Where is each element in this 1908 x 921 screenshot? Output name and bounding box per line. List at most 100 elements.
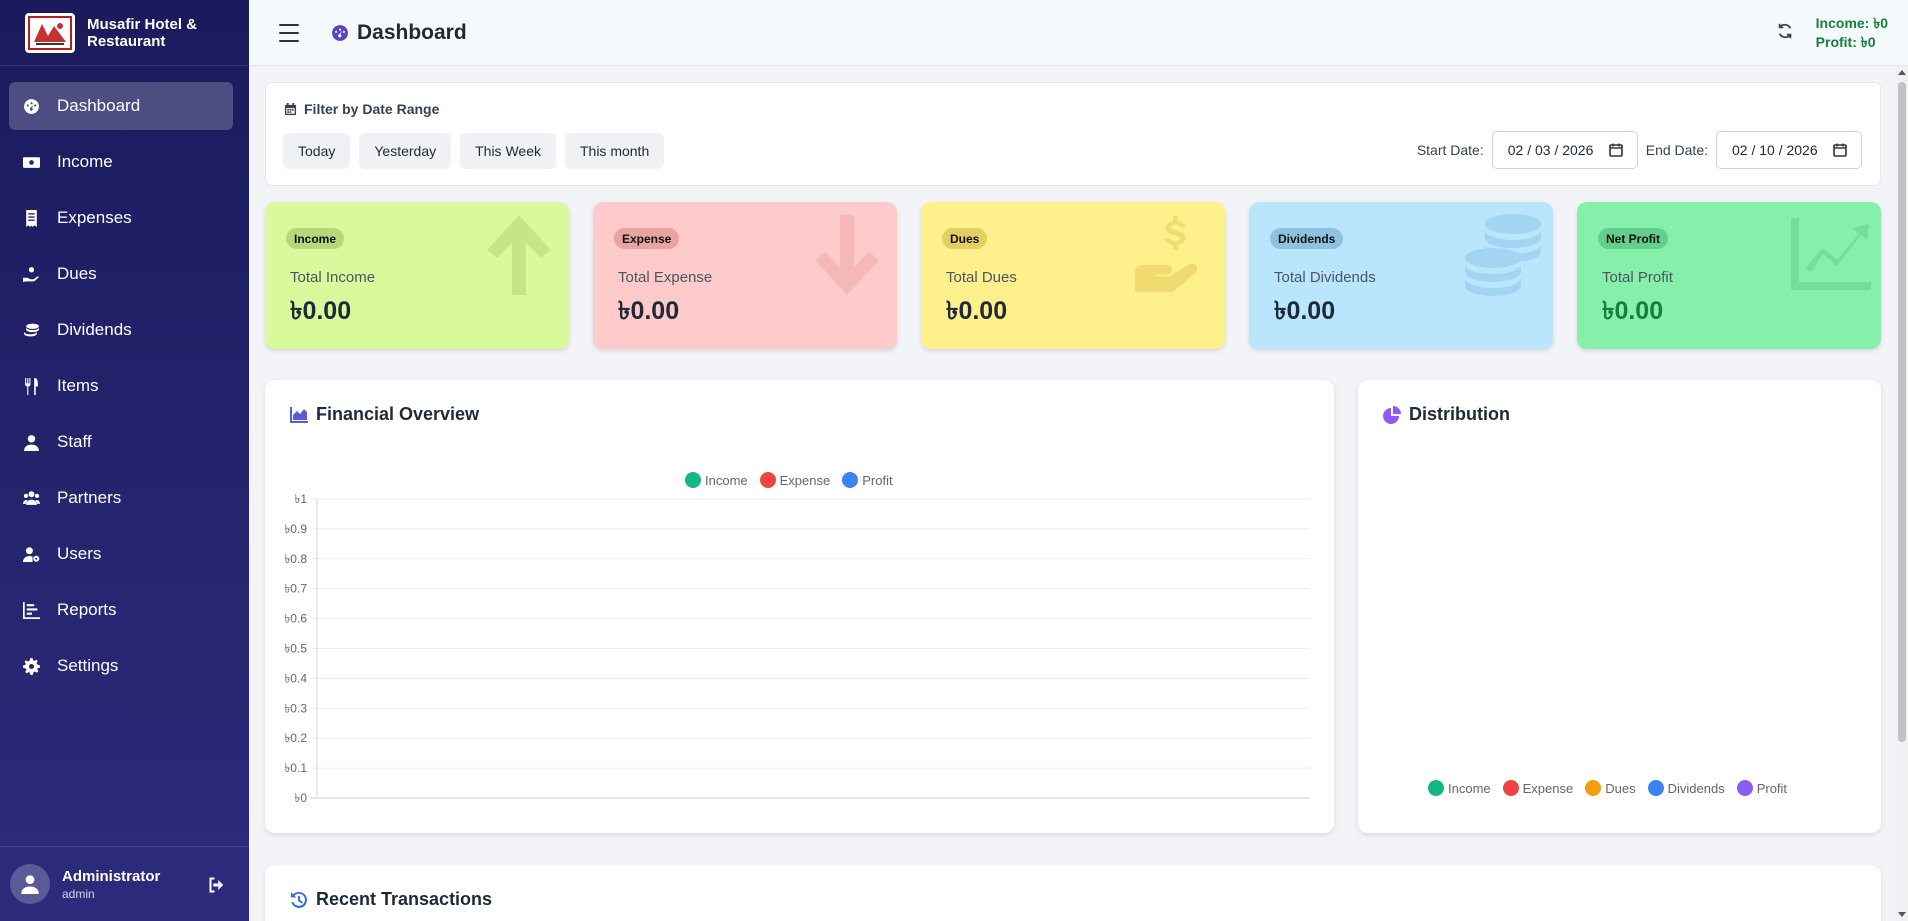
legend-label: Dividends: [1667, 780, 1725, 796]
brand-name: Musafir Hotel & Restaurant: [87, 15, 198, 50]
legend-label: Expense: [1522, 780, 1574, 796]
arrow-down-icon: [807, 210, 887, 300]
card-label: Total Profit: [1602, 269, 1673, 286]
date-range-inputs: Start Date: 02 / 03 / 2026 End Date: 02 …: [1409, 131, 1862, 169]
card-label: Total Income: [290, 269, 376, 286]
sidebar-item-partners[interactable]: Partners: [9, 474, 233, 522]
sidebar-item-dividends[interactable]: Dividends: [9, 306, 233, 354]
chart-legend: Income Expense Dues Dividends Profit: [1428, 780, 1799, 796]
user-role: admin: [62, 886, 95, 901]
money-icon: [21, 152, 41, 172]
legend-item[interactable]: Profit: [1736, 780, 1788, 796]
net-profit-card: Net Profit Total Profit ৳0.00: [1577, 202, 1881, 349]
legend-label: Profit: [1756, 780, 1788, 796]
sidebar-item-expenses[interactable]: Expenses: [9, 194, 233, 242]
sidebar-item-dashboard[interactable]: Dashboard: [9, 82, 233, 130]
distribution-title: Distribution: [1383, 404, 1510, 425]
scrollbar-thumb[interactable]: [1898, 82, 1906, 742]
menu-toggle-button[interactable]: [279, 23, 299, 42]
card-value: ৳0.00: [618, 297, 680, 325]
end-date-value: 02 / 10 / 2026: [1732, 142, 1818, 158]
sidebar-item-staff[interactable]: Staff: [9, 418, 233, 466]
y-tick-label: ৳0.2: [284, 731, 307, 745]
hamburger-icon-bar: [279, 23, 299, 26]
scroll-up-arrow[interactable]: [1898, 70, 1906, 75]
sidebar-item-label: Items: [57, 376, 99, 395]
filter-title: Filter by Date Range: [284, 101, 439, 117]
hand-coin-icon: [21, 264, 41, 284]
sidebar-item-settings[interactable]: Settings: [9, 642, 233, 690]
sidebar-item-label: Users: [57, 544, 102, 563]
calendar-icon[interactable]: [1833, 143, 1847, 157]
logout-icon: [209, 877, 224, 893]
sidebar-item-reports[interactable]: Reports: [9, 586, 233, 634]
this-week-button[interactable]: This Week: [460, 133, 556, 169]
legend-item[interactable]: Expense: [1502, 780, 1574, 796]
sidebar-item-dues[interactable]: Dues: [9, 250, 233, 298]
sidebar-item-label: Dividends: [57, 320, 132, 339]
sidebar-item-label: Staff: [57, 432, 92, 451]
sidebar-item-income[interactable]: Income: [9, 138, 233, 186]
legend-swatch: [1647, 780, 1664, 796]
this-month-button[interactable]: This month: [564, 133, 665, 169]
status-badge: Dividends: [1270, 228, 1344, 249]
main-content: Filter by Date Range Today Yesterday Thi…: [249, 66, 1908, 921]
calendar-icon: [284, 102, 297, 115]
gear-icon: [21, 656, 41, 676]
refresh-button[interactable]: [1776, 22, 1796, 42]
y-tick-label: ৳0.4: [284, 671, 307, 685]
card-label: Total Expense: [618, 269, 713, 286]
coins-icon: [1463, 210, 1543, 300]
summary-cards: Income Total Income ৳0.00 Expense Total …: [265, 202, 1905, 349]
y-tick-label: ৳0.9: [284, 522, 307, 536]
calendar-icon[interactable]: [1608, 143, 1623, 157]
card-value: ৳0.00: [290, 297, 352, 325]
dues-card: Dues Total Dues ৳0.00: [921, 202, 1225, 349]
status-badge: Expense: [614, 228, 680, 249]
y-tick-label: ৳0.7: [284, 582, 307, 596]
recent-transactions-card: Recent Transactions: [265, 865, 1881, 921]
sidebar-item-label: Partners: [57, 488, 122, 507]
main-scrollbar[interactable]: [1896, 66, 1908, 921]
brand[interactable]: Musafir Hotel & Restaurant: [0, 0, 249, 66]
sidebar-item-users[interactable]: Users: [9, 530, 233, 578]
sidebar-item-label: Settings: [57, 656, 119, 675]
user-avatar-icon: [21, 875, 39, 894]
y-tick-label: ৳0.5: [284, 642, 307, 656]
logout-button[interactable]: [207, 875, 227, 895]
dividends-card: Dividends Total Dividends ৳0.00: [1249, 202, 1553, 349]
start-date-input[interactable]: 02 / 03 / 2026: [1491, 131, 1638, 169]
avatar[interactable]: [10, 864, 50, 904]
legend-item[interactable]: Dues: [1585, 780, 1636, 796]
sidebar-item-label: Reports: [57, 600, 117, 619]
page-title: Dashboard: [357, 20, 467, 44]
user-gear-icon: [21, 544, 41, 564]
pie-chart-icon: [1383, 405, 1401, 424]
brand-logo: [25, 12, 75, 53]
scroll-down-arrow[interactable]: [1898, 912, 1906, 917]
legend-item[interactable]: Dividends: [1647, 780, 1725, 796]
sidebar-item-label: Dashboard: [57, 96, 141, 115]
header-income: Income: ৳0: [1815, 15, 1888, 31]
sidebar-nav: Dashboard Income Expenses Dues Dividends: [0, 66, 249, 690]
refresh-icon: [1778, 23, 1792, 39]
legend-swatch: [1502, 780, 1519, 796]
y-tick-label: ৳0.3: [284, 701, 307, 715]
y-tick-label: ৳1: [294, 492, 307, 506]
today-button[interactable]: Today: [283, 133, 351, 169]
legend-swatch: [1585, 780, 1602, 796]
legend-item[interactable]: Income: [1428, 780, 1491, 796]
expense-card: Expense Total Expense ৳0.00: [593, 202, 897, 349]
quick-range-buttons: Today Yesterday This Week This month: [283, 133, 673, 169]
financial-overview-chart: ৳0 ৳0.1 ৳0.2 ৳0.3 ৳0.4 ৳0.5 ৳0.6 ৳0.7 ৳0.8 ৳0.9 ৳1: [284, 492, 1310, 805]
end-date-input[interactable]: 02 / 10 / 2026: [1716, 131, 1862, 169]
income-card: Income Total Income ৳0.00: [265, 202, 569, 349]
yesterday-button[interactable]: Yesterday: [359, 133, 452, 169]
users-icon: [21, 488, 41, 508]
distribution-card: Distribution Income Expense Dues Dividends P…: [1358, 380, 1881, 833]
coins-icon: [21, 320, 41, 340]
sidebar-item-items[interactable]: Items: [9, 362, 233, 410]
card-label: Total Dividends: [1274, 269, 1376, 286]
hamburger-icon-bar: [279, 31, 299, 34]
date-filter-card: Filter by Date Range Today Yesterday Thi…: [265, 82, 1881, 186]
